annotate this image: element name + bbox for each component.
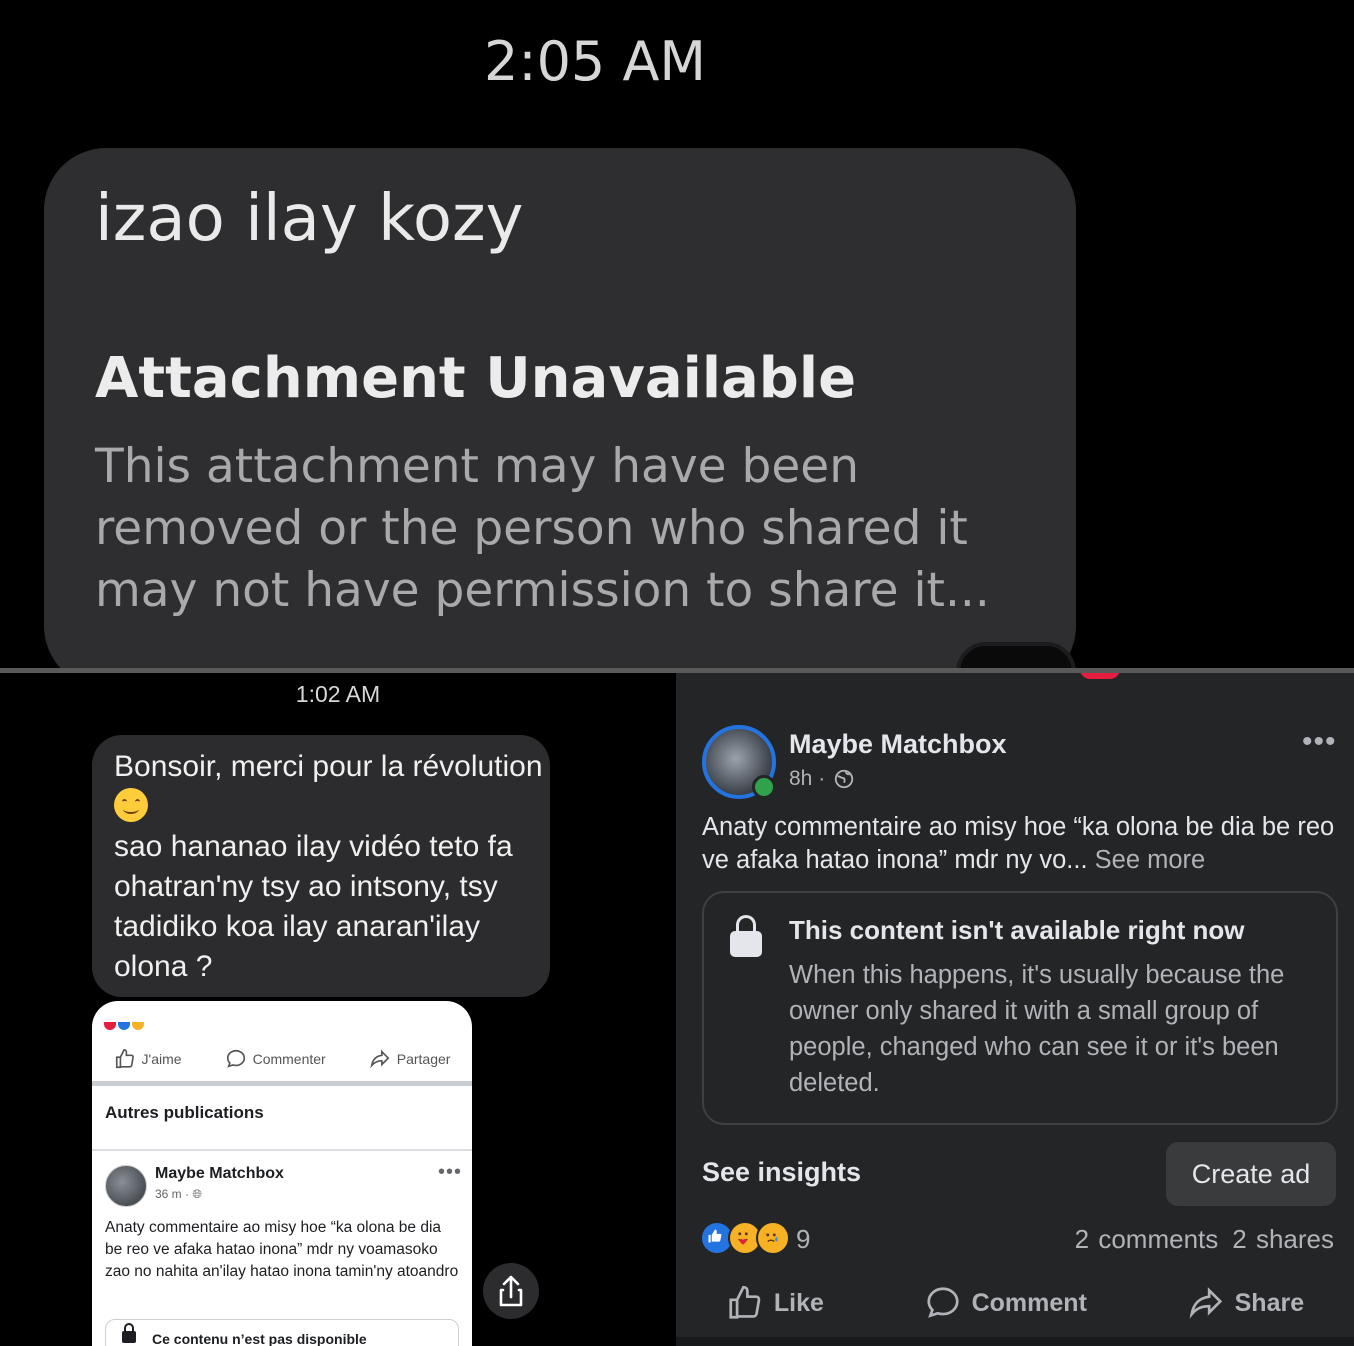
reaction-icons[interactable] bbox=[700, 1221, 790, 1255]
more-options-button[interactable]: ••• bbox=[1302, 725, 1337, 759]
sad-reaction-icon bbox=[756, 1221, 790, 1255]
share-arrow-icon bbox=[370, 1049, 390, 1069]
like-button[interactable]: J'aime bbox=[114, 1048, 182, 1070]
share-button[interactable]: Partager bbox=[369, 1048, 451, 1070]
engagement-stats: 2 comments 2 shares bbox=[1075, 1224, 1334, 1255]
attachment-title: Attachment Unavailable bbox=[95, 346, 857, 411]
unavailable-description: When this happens, it's usually because … bbox=[789, 961, 1285, 1097]
post-meta: 36 m · 🌐︎ bbox=[155, 1187, 202, 1202]
message-timestamp: 2:05 AM bbox=[484, 30, 706, 93]
shared-post-screenshot[interactable]: J'aime Commenter Partager Autres publica… bbox=[92, 1001, 472, 1346]
globe-icon: 🌐︎ bbox=[192, 1187, 202, 1201]
share-upload-icon bbox=[499, 1275, 523, 1307]
comment-button[interactable]: Comment bbox=[924, 1284, 1087, 1322]
like-button[interactable]: Like bbox=[726, 1284, 824, 1322]
create-ad-button[interactable]: Create ad bbox=[1166, 1142, 1336, 1206]
message-timestamp: 1:02 AM bbox=[295, 681, 381, 707]
separator bbox=[92, 1149, 472, 1151]
comment-label: Comment bbox=[971, 1288, 1087, 1317]
comment-label: Commenter bbox=[252, 1051, 326, 1067]
globe-icon bbox=[835, 769, 854, 789]
top-screenshot-panel: 2:05 AM izao ilay kozy Attachment Unavai… bbox=[0, 0, 1354, 668]
like-label: J'aime bbox=[141, 1051, 182, 1067]
attachment-description: This attachment may have been removed or… bbox=[95, 439, 990, 618]
thumbs-up-icon bbox=[729, 1285, 761, 1319]
see-more-link[interactable]: See more bbox=[1095, 846, 1206, 874]
separator bbox=[676, 1337, 1354, 1346]
reaction-count[interactable]: 9 bbox=[796, 1224, 810, 1255]
page-name[interactable]: Maybe Matchbox bbox=[789, 729, 1007, 760]
like-label: Like bbox=[773, 1288, 824, 1317]
comment-bubble-icon bbox=[927, 1287, 959, 1318]
unavailable-title: This content isn't available right now bbox=[789, 915, 1245, 945]
reaction-strip bbox=[104, 1017, 148, 1030]
share-label: Partager bbox=[396, 1051, 451, 1067]
page-name[interactable]: Maybe Matchbox bbox=[155, 1165, 284, 1183]
post-action-bar: J'aime Commenter Partager bbox=[92, 1041, 472, 1077]
post-meta: 8h · bbox=[789, 767, 855, 791]
shares-count[interactable]: 2 shares bbox=[1232, 1224, 1334, 1254]
share-arrow-icon bbox=[1189, 1287, 1222, 1319]
share-button[interactable] bbox=[483, 1263, 539, 1319]
message-line-2: sao hananao ilay vidéo teto fa ohatran'n… bbox=[114, 830, 513, 983]
smiling-face-emoji-icon bbox=[114, 788, 148, 822]
comment-button[interactable]: Commenter bbox=[225, 1048, 326, 1070]
section-title: Autres publications bbox=[105, 1103, 264, 1122]
share-label: Share bbox=[1234, 1288, 1305, 1317]
message-text: izao ilay kozy bbox=[95, 182, 524, 256]
post-time: 8h · bbox=[789, 767, 826, 790]
post-action-bar: Like Comment Share bbox=[676, 1279, 1354, 1327]
message-text: Bonsoir, merci pour la révolution sao ha… bbox=[114, 747, 544, 987]
share-button[interactable]: Share bbox=[1187, 1284, 1304, 1322]
avatar[interactable] bbox=[105, 1165, 147, 1207]
message-line-1: Bonsoir, merci pour la révolution bbox=[114, 750, 543, 783]
more-options-button[interactable]: ••• bbox=[438, 1161, 462, 1184]
comments-count[interactable]: 2 comments bbox=[1075, 1224, 1219, 1254]
lock-icon bbox=[122, 1323, 136, 1343]
online-status-dot bbox=[752, 775, 776, 799]
post-body: Anaty commentaire ao misy hoe “ka olona … bbox=[702, 811, 1342, 877]
post-time: 36 m · bbox=[155, 1187, 190, 1201]
notification-badge bbox=[1080, 673, 1120, 679]
bottom-left-chat-panel: 1:02 AM Bonsoir, merci pour la révolutio… bbox=[0, 673, 676, 1346]
comment-bubble-icon bbox=[226, 1049, 245, 1068]
unavailable-content-text: Ce contenu n’est pas disponible bbox=[152, 1331, 367, 1346]
lock-icon bbox=[730, 915, 762, 957]
reaction-peek bbox=[956, 642, 1076, 668]
thumbs-up-icon bbox=[115, 1049, 134, 1069]
see-insights-link[interactable]: See insights bbox=[702, 1157, 861, 1188]
post-body: Anaty commentaire ao misy hoe “ka olona … bbox=[105, 1219, 459, 1280]
post-text: Anaty commentaire ao misy hoe “ka olona … bbox=[702, 813, 1335, 874]
section-separator bbox=[92, 1081, 472, 1086]
bottom-right-facebook-panel: Maybe Matchbox 8h · ••• Anaty commentair… bbox=[676, 673, 1354, 1346]
